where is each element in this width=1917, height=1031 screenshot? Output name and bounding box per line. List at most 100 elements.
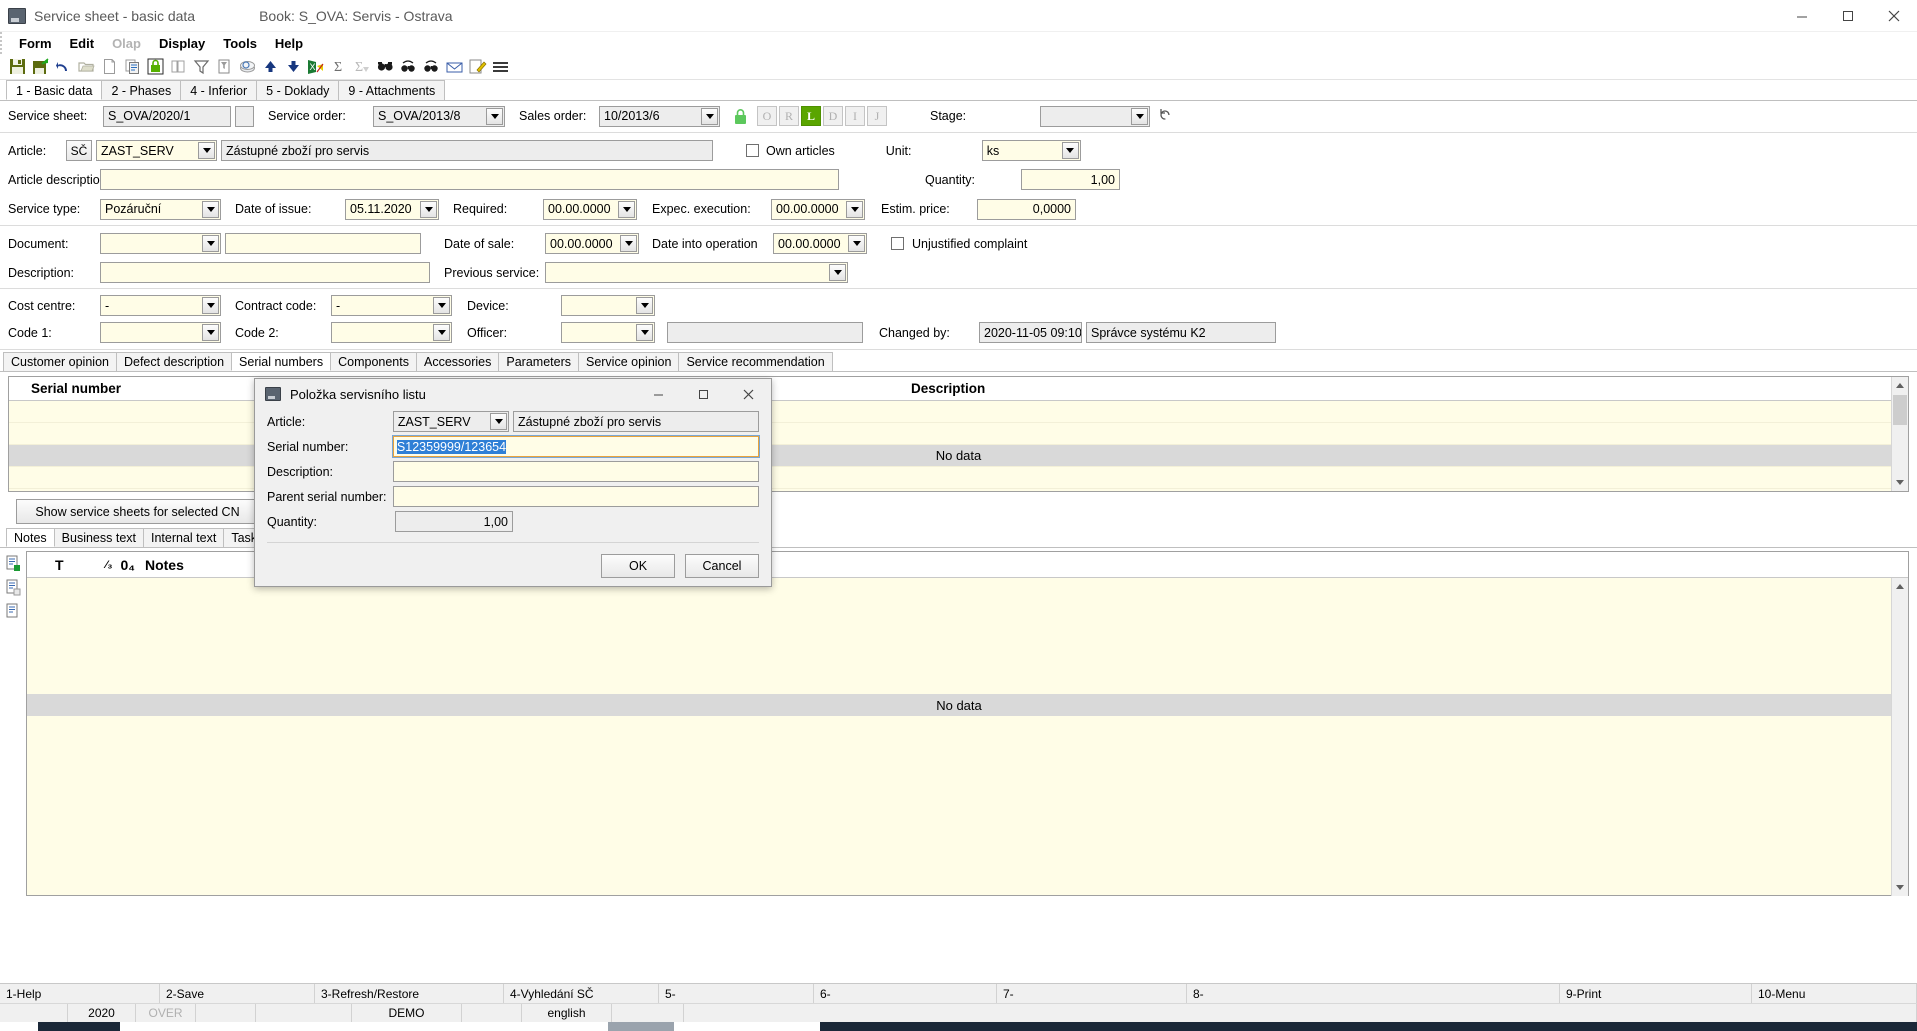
notes-tab-notes[interactable]: Notes [6,528,55,547]
chevron-down-icon[interactable] [433,297,450,314]
subtab-components[interactable]: Components [330,352,417,371]
notes-grid[interactable]: T ⁄₃ 0₄ Notes No data [26,551,1909,896]
copy-icon[interactable] [121,56,144,78]
chevron-down-icon[interactable] [701,107,718,125]
tab-attachments[interactable]: 9 - Attachments [338,80,446,100]
document-text-field[interactable] [225,233,421,254]
notes-column-fraction[interactable]: ⁄₃ [106,559,113,571]
dialog-quantity-field[interactable]: 1,00 [395,511,513,532]
fkey-9-print[interactable]: 9-Print [1560,983,1752,1004]
article-combo[interactable]: ZAST_SERV [96,140,217,161]
save-and-close-icon[interactable] [29,56,52,78]
dialog-maximize-button[interactable] [681,379,726,409]
previous-service-combo[interactable] [545,262,848,283]
fkey-6[interactable]: 6- [814,983,997,1004]
notes-column-notes[interactable]: Notes [145,557,184,573]
scrollbar-thumb[interactable] [1893,395,1907,425]
menu-item-tools[interactable]: Tools [214,34,266,53]
filter-icon[interactable] [190,56,213,78]
officer-combo[interactable] [561,322,655,343]
chevron-down-icon[interactable] [829,264,846,281]
grid-vertical-scrollbar[interactable] [1891,377,1908,491]
service-order-combo[interactable]: S_OVA/2013/8 [373,105,505,127]
date-of-issue-combo[interactable]: 05.11.2020 [345,198,439,220]
fkey-7[interactable]: 7- [997,983,1187,1004]
chevron-down-icon[interactable] [420,200,437,218]
status-button-d[interactable]: D [823,106,843,126]
fkey-1-help[interactable]: 1-Help [0,983,160,1004]
chevron-down-icon[interactable] [202,235,219,252]
subtab-customer-opinion[interactable]: Customer opinion [3,352,117,371]
cost-centre-combo[interactable]: - [100,295,221,316]
copy-note-icon[interactable] [6,579,21,596]
tab-basic-data[interactable]: 1 - Basic data [6,80,103,100]
article-description-field[interactable] [100,169,839,190]
move-down-icon[interactable] [282,56,305,78]
scroll-down-icon[interactable] [1892,474,1908,491]
status-button-j[interactable]: J [867,106,887,126]
new-document-icon[interactable] [98,56,121,78]
fkey-5[interactable]: 5- [659,983,814,1004]
subtab-accessories[interactable]: Accessories [415,352,500,371]
chevron-down-icon[interactable] [1131,107,1148,125]
status-button-r[interactable]: R [779,106,799,126]
chevron-down-icon[interactable] [618,200,635,218]
fkey-10-menu[interactable]: 10-Menu [1752,983,1917,1004]
menu-item-display[interactable]: Display [150,34,214,53]
close-button[interactable] [1871,0,1917,32]
sales-order-combo[interactable]: 10/2013/6 [599,105,720,127]
document-filter-icon[interactable] [213,56,236,78]
chevron-down-icon[interactable] [636,324,653,341]
description-field[interactable] [100,262,430,283]
document-combo[interactable] [100,233,221,254]
find-prev-icon[interactable] [420,56,443,78]
chevron-down-icon[interactable] [486,107,503,125]
service-sheet-item-dialog[interactable]: Položka servisního listu Article: ZAST_S… [254,378,772,587]
subtotal-icon[interactable]: Σ [351,56,374,78]
code2-combo[interactable] [331,322,452,343]
expec-execution-combo[interactable]: 00.00.0000 [771,198,865,220]
dialog-cancel-button[interactable]: Cancel [685,554,759,578]
notes-tab-business-text[interactable]: Business text [53,528,144,547]
new-note-icon[interactable] [6,555,21,572]
tab-doklady[interactable]: 5 - Doklady [256,80,340,100]
subtab-defect-description[interactable]: Defect description [115,352,233,371]
article-sc-button[interactable]: SČ [66,140,92,161]
chevron-down-icon[interactable] [848,235,865,252]
chevron-down-icon[interactable] [202,200,219,218]
notes-tab-internal-text[interactable]: Internal text [143,528,225,547]
chevron-down-icon[interactable] [202,297,219,314]
mail-icon[interactable] [443,56,466,78]
notes-vertical-scrollbar[interactable] [1891,578,1908,896]
chevron-down-icon[interactable] [636,297,653,314]
service-type-combo[interactable]: Pozáruční [100,198,221,220]
unjustified-complaint-checkbox[interactable] [891,237,904,250]
dialog-article-combo[interactable]: ZAST_SERV [392,411,509,432]
unit-combo[interactable]: ks [981,140,1081,161]
scroll-down-icon[interactable] [1892,879,1908,896]
device-combo[interactable] [561,295,655,316]
scroll-up-icon[interactable] [1892,578,1908,595]
status-button-i[interactable]: I [845,106,865,126]
menu-item-edit[interactable]: Edit [61,34,104,53]
required-combo[interactable]: 00.00.0000 [543,198,637,220]
dialog-ok-button[interactable]: OK [601,554,675,578]
chevron-down-icon[interactable] [1061,142,1079,159]
maximize-button[interactable] [1825,0,1871,32]
code1-combo[interactable] [100,322,221,343]
lock-icon[interactable] [144,56,167,78]
subtab-service-opinion[interactable]: Service opinion [577,352,680,371]
contract-code-combo[interactable]: - [331,295,452,316]
estim-price-field[interactable]: 0,0000 [977,198,1076,220]
service-sheet-extra-field[interactable] [235,105,254,127]
subtab-serial-numbers[interactable]: Serial numbers [231,352,332,371]
chevron-down-icon[interactable] [433,324,450,341]
chevron-down-icon[interactable] [846,200,863,218]
open-folder-icon[interactable] [75,56,98,78]
undo-icon[interactable] [52,56,75,78]
fkey-2-save[interactable]: 2-Save [160,983,315,1004]
date-of-sale-combo[interactable]: 00.00.0000 [545,233,639,254]
dialog-parent-serial-input[interactable] [392,486,759,507]
service-sheet-field[interactable]: S_OVA/2020/1 [103,105,231,127]
dialog-serial-input[interactable]: S12359999/123654 [391,435,761,458]
